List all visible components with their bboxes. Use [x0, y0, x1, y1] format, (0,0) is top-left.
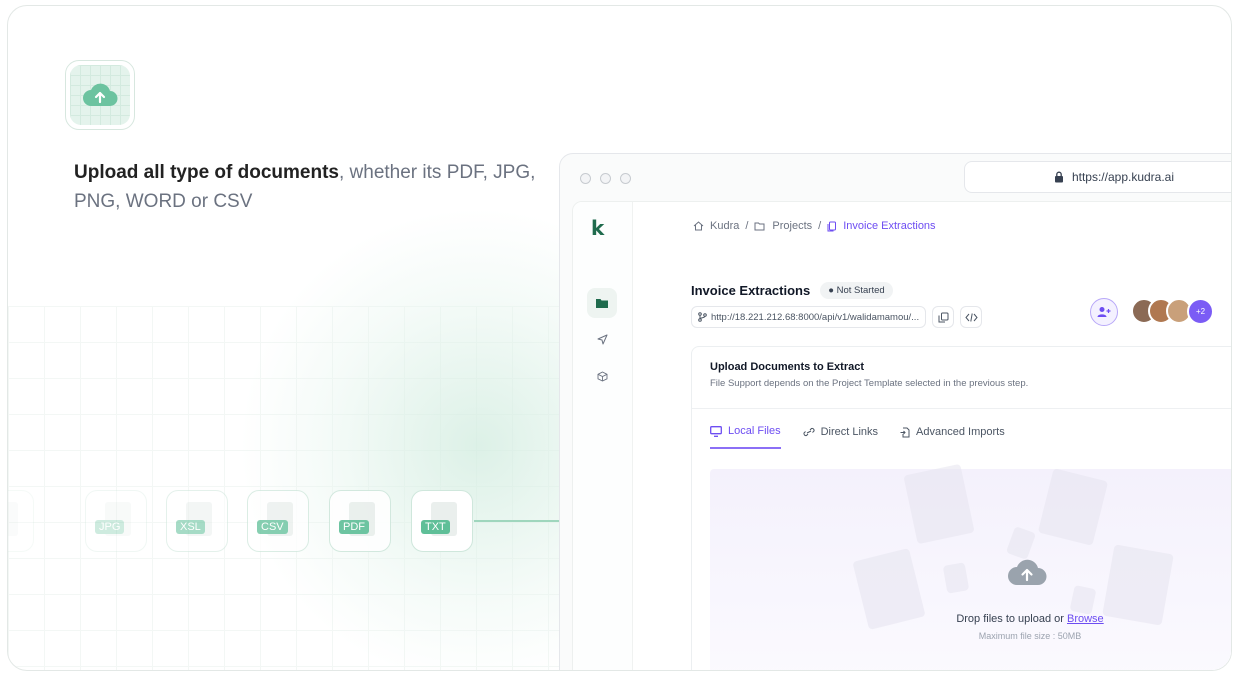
- home-icon: [693, 221, 704, 231]
- file-chip-label: XSL: [176, 520, 205, 534]
- app-viewport: k Kudra / Projects / Invoice Extractions…: [572, 201, 1231, 670]
- file-chip-label: CSV: [257, 520, 288, 534]
- file-ghost-icon: [942, 562, 970, 594]
- breadcrumb-separator: /: [745, 220, 749, 232]
- project-header: Invoice Extractions ● Not Started: [691, 282, 893, 299]
- tab-direct-links-label: Direct Links: [820, 426, 879, 438]
- breadcrumb-kudra[interactable]: Kudra: [710, 220, 739, 232]
- upload-tabs: Local Files Direct Links Advanced Import…: [710, 425, 1005, 449]
- file-chip-label: PDF: [339, 520, 369, 534]
- folder-icon: [596, 299, 608, 308]
- window-dot[interactable]: [580, 173, 591, 184]
- document-copy-icon: [827, 221, 837, 231]
- drop-instructions: Drop files to upload or Browse: [710, 613, 1231, 625]
- lock-icon: [1054, 171, 1063, 183]
- add-user-button[interactable]: [1090, 298, 1118, 326]
- breadcrumb: Kudra / Projects / Invoice Extractions: [693, 220, 936, 232]
- send-icon: [597, 334, 607, 344]
- file-ghost-icon: [1005, 526, 1037, 560]
- file-chip-txt: TXT: [411, 490, 473, 552]
- upload-panel: Upload Documents to Extract File Support…: [691, 346, 1231, 670]
- file-chip-label: JPG: [95, 520, 125, 534]
- file-ghost-icon: [1069, 584, 1097, 616]
- feature-card: Upload all type of documents, whether it…: [7, 5, 1232, 671]
- max-file-size: Maximum file size : 50MB: [978, 631, 1082, 641]
- drop-zone[interactable]: Drop files to upload or Browse Maximum f…: [710, 463, 1231, 670]
- address-bar[interactable]: https://app.kudra.ai: [964, 161, 1231, 193]
- code-icon: [964, 312, 978, 322]
- folder-open-icon: [754, 222, 765, 231]
- tab-advanced-imports[interactable]: Advanced Imports: [900, 425, 1005, 449]
- csv-ghost-icon: [1037, 468, 1109, 546]
- cloud-upload-feature-icon: [65, 60, 135, 130]
- file-chip-label: TXT: [421, 520, 450, 534]
- monitor-icon: [710, 425, 722, 437]
- copy-icon: [938, 312, 949, 322]
- breadcrumb-invoice-extractions[interactable]: Invoice Extractions: [843, 220, 935, 232]
- feature-headline: Upload all type of documents, whether it…: [74, 162, 536, 212]
- sidebar-item-projects[interactable]: [587, 288, 617, 318]
- breadcrumb-separator: /: [818, 220, 822, 232]
- cloud-upload-icon: [83, 83, 118, 106]
- sidebar: k: [573, 202, 633, 670]
- document-ghost-icon: [903, 463, 975, 545]
- sidebar-item-models[interactable]: [587, 361, 617, 391]
- file-chip-xsl: XSL: [166, 490, 228, 552]
- panel-title: Upload Documents to Extract: [710, 361, 865, 373]
- status-badge: ● Not Started: [820, 282, 893, 299]
- add-user-icon: [1097, 307, 1111, 317]
- git-branch-icon: [698, 312, 707, 322]
- link-icon: [803, 427, 815, 437]
- cloud-upload-icon: [1008, 559, 1047, 585]
- divider: [692, 408, 1231, 409]
- file-chip-pdf: PDF: [329, 490, 391, 552]
- breadcrumb-projects[interactable]: Projects: [772, 220, 812, 232]
- tab-direct-links[interactable]: Direct Links: [803, 425, 878, 449]
- project-title: Invoice Extractions: [691, 283, 811, 298]
- code-button[interactable]: [960, 306, 983, 328]
- avatars-more-badge[interactable]: +2: [1187, 298, 1214, 325]
- file-chip-faded: [8, 490, 34, 552]
- endpoint-url: http://18.221.212.68:8000/api/v1/walidam…: [711, 311, 920, 323]
- cube-icon: [597, 370, 607, 382]
- window-dot[interactable]: [620, 173, 631, 184]
- address-url: https://app.kudra.ai: [1071, 170, 1175, 184]
- browse-link[interactable]: Browse: [1067, 613, 1104, 625]
- tab-local-files-label: Local Files: [728, 425, 781, 437]
- endpoint-url-field[interactable]: http://18.221.212.68:8000/api/v1/walidam…: [691, 306, 927, 328]
- drop-text: Drop files to upload or: [956, 613, 1064, 625]
- copy-button[interactable]: [932, 306, 955, 328]
- kudra-logo[interactable]: k: [591, 216, 604, 240]
- endpoint-row: http://18.221.212.68:8000/api/v1/walidam…: [691, 306, 983, 328]
- tab-advanced-imports-label: Advanced Imports: [916, 426, 1005, 438]
- connector-line: [474, 520, 560, 522]
- tab-local-files[interactable]: Local Files: [710, 425, 781, 449]
- file-chip-jpg: JPG: [85, 490, 147, 552]
- sidebar-item-send[interactable]: [587, 324, 617, 354]
- window-dot[interactable]: [600, 173, 611, 184]
- browser-window: https://app.kudra.ai k Kudra / Projects …: [559, 153, 1231, 670]
- file-import-icon: [900, 427, 910, 437]
- file-chip-csv: CSV: [247, 490, 309, 552]
- status-text: Not Started: [836, 285, 885, 296]
- panel-subtitle: File Support depends on the Project Temp…: [710, 378, 1029, 389]
